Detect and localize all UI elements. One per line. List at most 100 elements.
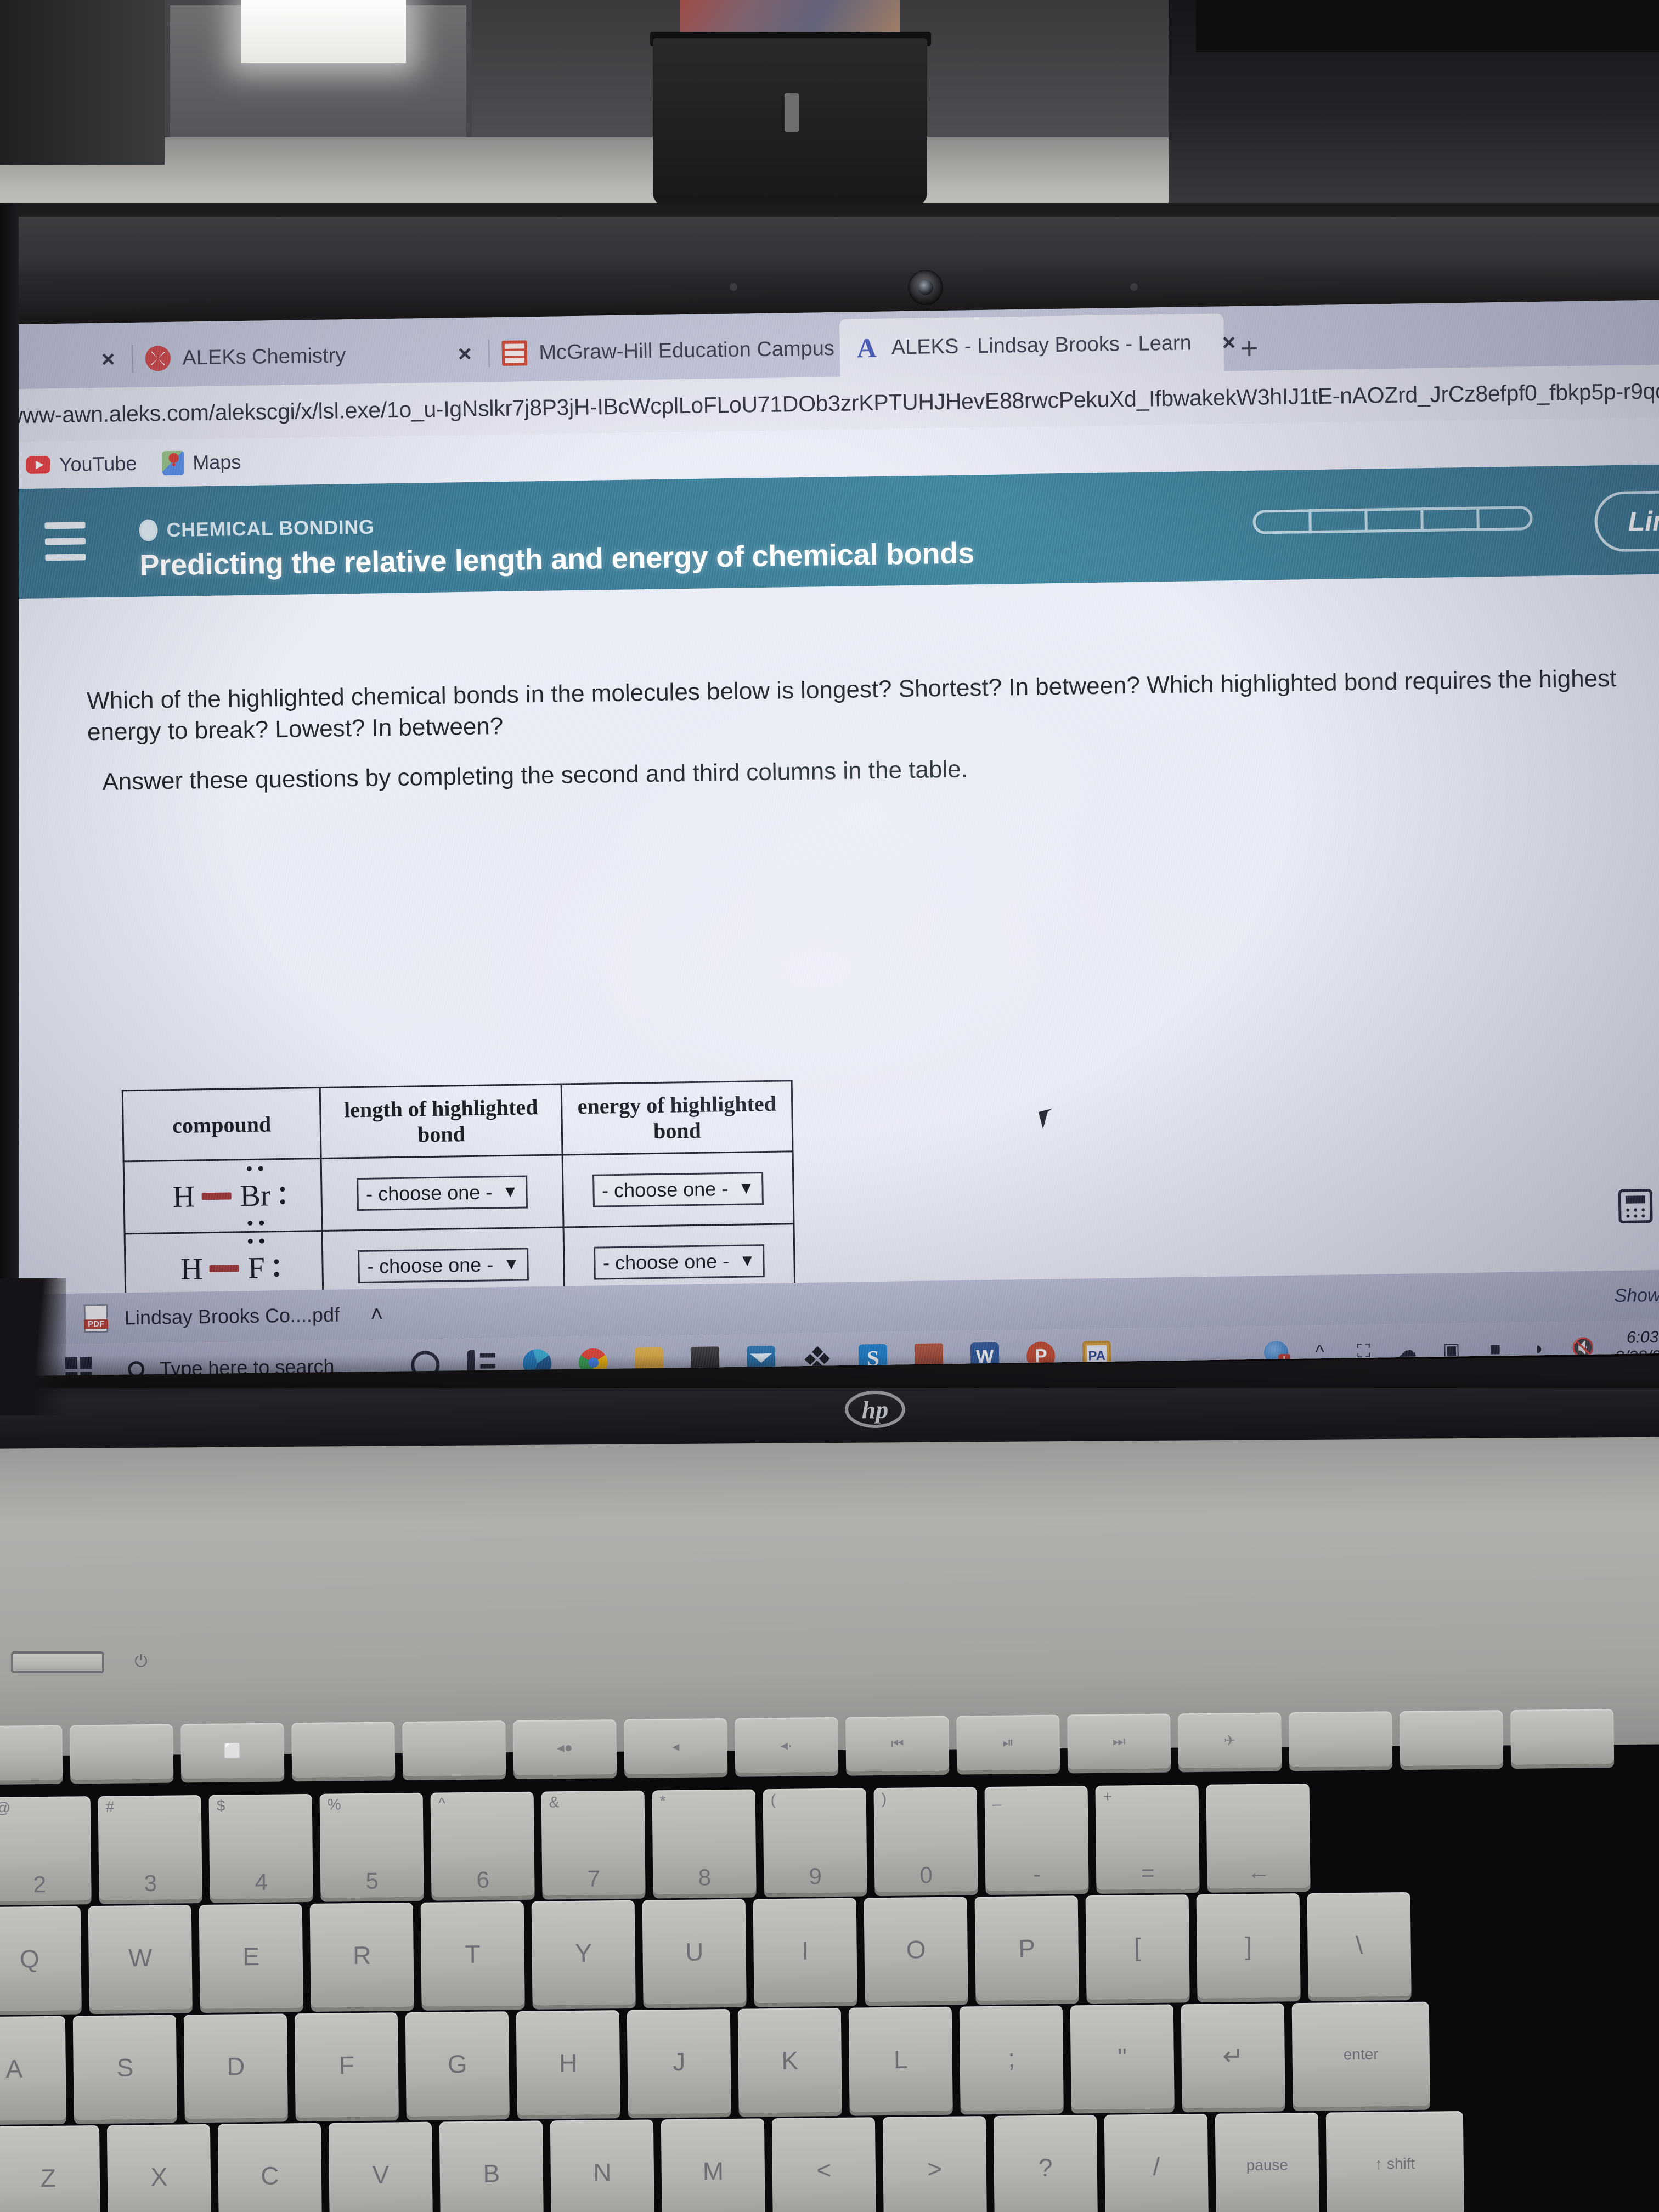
keyboard-qwerty-row: Q W E R T Y U I O P[] \ [0,1892,1419,2012]
key-0[interactable]: ) 0 [873,1787,978,1893]
key-n[interactable]: N [550,2119,654,2212]
key-enter[interactable]: enter [1291,2001,1430,2108]
key-f7[interactable]: ◂ [624,1718,728,1774]
key-w[interactable]: W [88,1905,193,2011]
key-d[interactable]: D [183,2013,288,2119]
user-menu-button[interactable]: Lind [1594,490,1659,552]
key-←[interactable]: ← [1206,1783,1311,1889]
key-f14[interactable] [1400,1710,1504,1767]
chevron-up-icon[interactable]: ˄ [370,1302,383,1327]
key-u[interactable]: U [642,1899,747,2005]
key-r[interactable]: R [309,1903,414,2008]
key-f6[interactable]: ◂● [513,1719,617,1776]
key-q[interactable]: Q [0,1906,82,2012]
key-e[interactable]: E [199,1904,303,2010]
key-z[interactable]: Z [0,2125,100,2212]
browser-tab-aleks-learn[interactable]: A ALEKS - Lindsay Brooks - Learn × [839,314,1236,377]
key-][interactable]: ] [1196,1893,1301,1999]
key-f15[interactable] [1510,1709,1615,1765]
key-8[interactable]: * 8 [652,1789,757,1895]
key-[[interactable]: [ [1085,1894,1190,2000]
length-select-hf[interactable]: - choose one - ▼ [357,1248,529,1283]
key-f2[interactable] [70,1724,174,1780]
bookmark-maps[interactable]: Maps [161,450,241,476]
key-7[interactable]: & 7 [541,1790,646,1896]
key-f10[interactable]: ⏯ [956,1714,1060,1771]
pdf-file-icon [83,1304,109,1333]
key-[interactable]: < [771,2117,876,2212]
energy-select-hbr[interactable]: - choose one - ▼ [592,1171,764,1207]
key-f8[interactable]: ◂· [735,1717,839,1773]
key-v[interactable]: V [328,2121,433,2212]
lone-pair-right [274,1259,280,1277]
close-icon[interactable]: × [454,341,476,366]
key-f12[interactable]: ✈ [1178,1712,1282,1769]
close-icon[interactable]: × [97,346,120,371]
power-button[interactable]: ⏻ [129,1650,153,1673]
keyboard-number-row: @2 #3 $4% 5 ^ 6 & 7 * 8(9) 0 _ - + = ← [0,1783,1318,1902]
user-name-label: Lind [1628,505,1659,537]
key-y[interactable]: Y [531,1900,636,2006]
key-f1[interactable] [0,1725,63,1781]
key-[interactable]: / [1104,2113,1209,2212]
key-o[interactable]: O [864,1897,968,2002]
key-i[interactable]: I [753,1898,857,2004]
browser-tab-aleks-chemistry[interactable]: × ALEKs Chemistry [82,326,412,388]
key-f5[interactable] [402,1720,506,1777]
bookmark-youtube[interactable]: YouTube [26,452,137,477]
key-f13[interactable] [1289,1711,1393,1768]
highlighted-bond-icon [201,1192,232,1200]
key-x[interactable]: X [106,2124,211,2212]
key-=[interactable]: + = [1095,1785,1200,1890]
key-k[interactable]: K [737,2007,842,2113]
key-a[interactable]: A [0,2016,66,2121]
calculator-icon[interactable] [1618,1189,1653,1223]
key-f11[interactable]: ⏭ [1067,1713,1171,1770]
key-4[interactable]: $4 [208,1793,313,1899]
hamburger-menu-icon[interactable] [44,522,86,561]
key-9[interactable]: (9 [763,1788,867,1894]
browser-tab-mcgraw-hill[interactable]: × McGraw-Hill Education Campus [439,319,856,382]
key-↵[interactable]: ↵ [1181,2003,1285,2109]
key-h[interactable]: H [516,2010,620,2116]
key-j[interactable]: J [627,2008,731,2114]
key-b[interactable]: B [439,2120,544,2212]
key-\[interactable]: \ [1307,1892,1412,1997]
key--[interactable]: _ - [984,1786,1089,1892]
key-c[interactable]: C [217,2123,322,2212]
key-;[interactable]: ; [959,2005,1064,2111]
key-f4[interactable] [291,1722,396,1778]
lone-pair-top [246,1166,263,1171]
key-2[interactable]: @2 [0,1796,92,1902]
key-6[interactable]: ^ 6 [430,1791,535,1897]
key-p[interactable]: P [974,1895,1079,2001]
length-select-hbr[interactable]: - choose one - ▼ [356,1175,528,1211]
energy-select-hf[interactable]: - choose one - ▼ [593,1244,765,1280]
chevron-down-icon: ▼ [502,1182,519,1201]
microphone-right [1130,283,1138,291]
close-icon[interactable]: × [1217,329,1240,355]
key-m[interactable]: M [661,2118,765,2212]
tab-title: McGraw-Hill Education Campus [539,336,835,364]
key-t[interactable]: T [420,1901,525,2007]
new-tab-button[interactable]: + [1240,330,1259,366]
key-f3[interactable]: ⬜ [180,1723,285,1779]
key-"[interactable]: " [1070,2004,1175,2110]
show-all-downloads-link[interactable]: Show [1614,1284,1659,1306]
key-3[interactable]: #3 [98,1795,202,1901]
key-5[interactable]: % 5 [319,1792,424,1898]
key-g[interactable]: G [405,2011,510,2117]
key-l[interactable]: L [848,2006,953,2112]
lewis-structure-hbr: H Br [172,1166,285,1226]
download-file-name[interactable]: Lindsay Brooks Co....pdf [125,1304,340,1330]
basket-label [785,93,799,132]
key-shift[interactable]: ↑ shift [1325,2111,1464,2212]
shelf [1196,0,1659,52]
key-f[interactable]: F [294,2012,399,2118]
laptop-photo: × ALEKs Chemistry × McGraw-Hill Educatio… [0,0,1659,2212]
key-s[interactable]: S [72,2015,177,2120]
key-[interactable]: ? [993,2115,1098,2212]
key-[interactable]: > [882,2116,987,2212]
key-f9[interactable]: ⏮ [845,1716,950,1772]
key-pause[interactable]: pause [1215,2112,1319,2212]
